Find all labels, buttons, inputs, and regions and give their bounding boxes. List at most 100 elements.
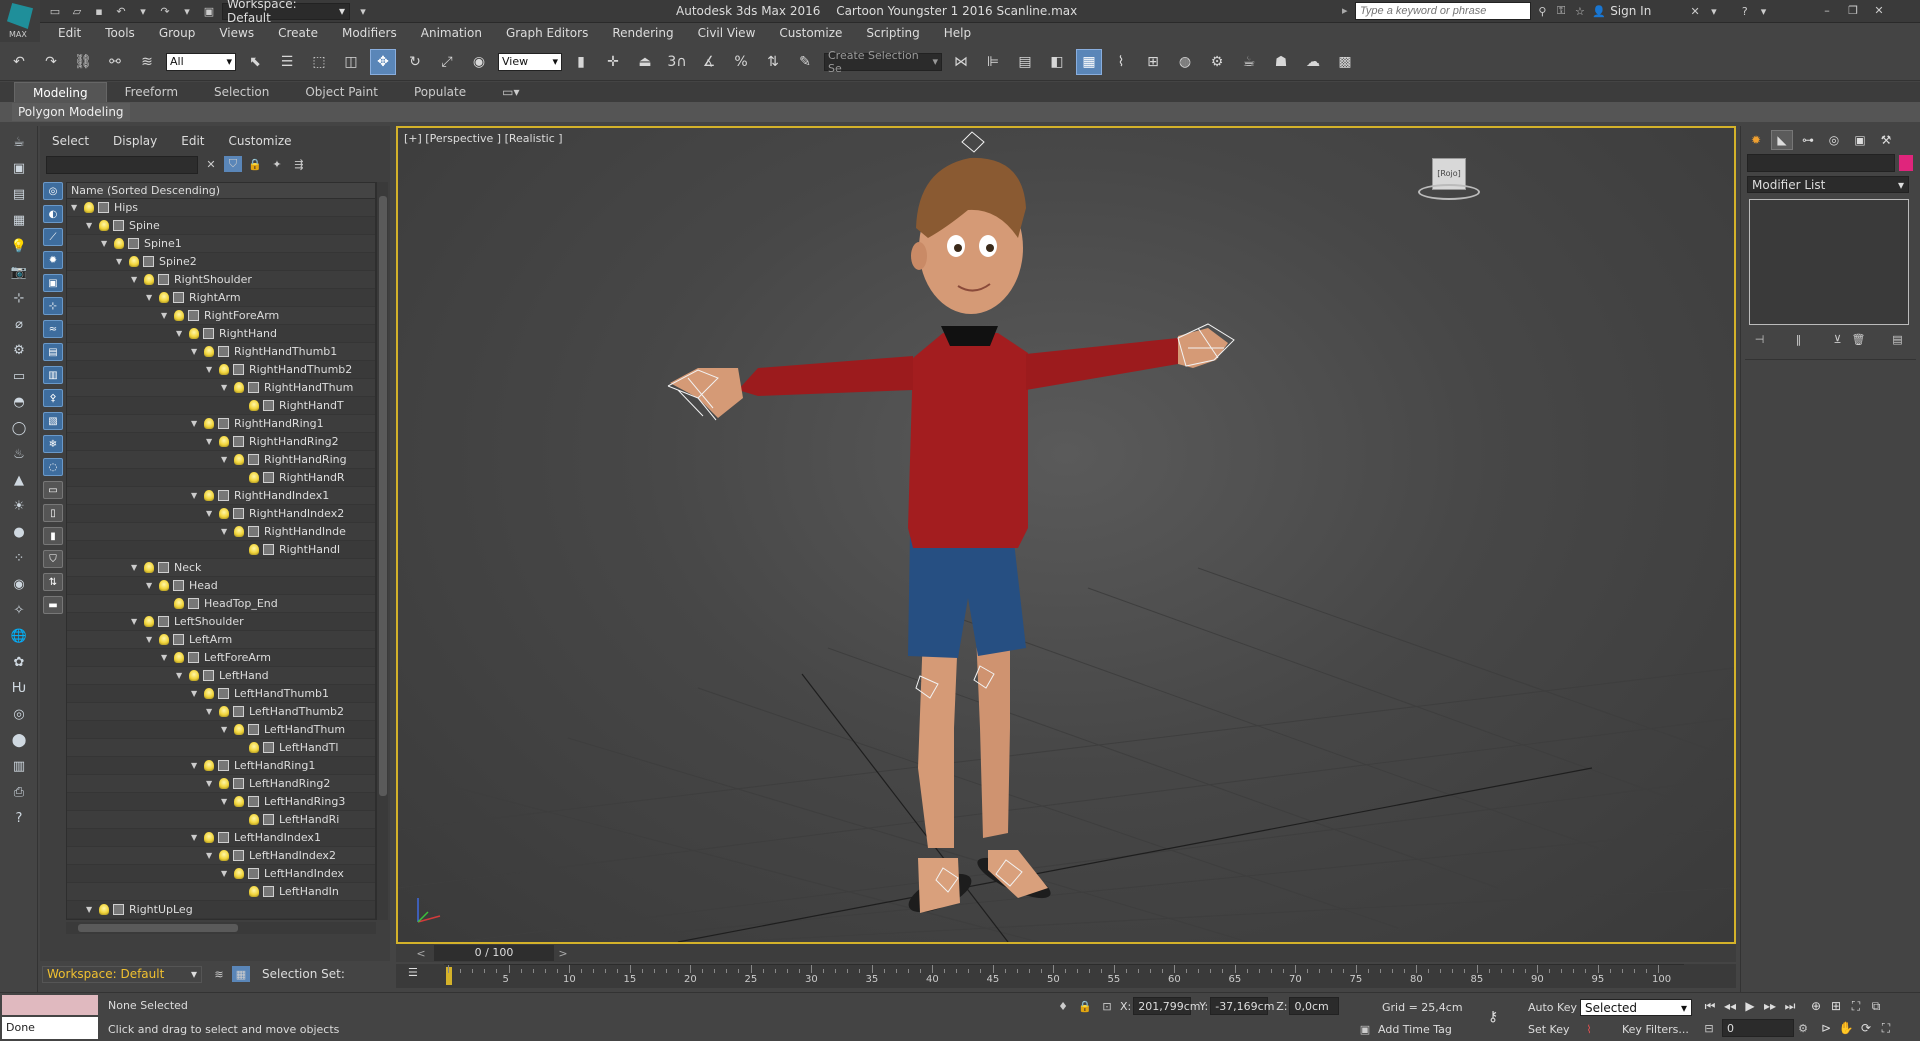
explorer-menu-display[interactable]: Display — [101, 134, 169, 148]
bind-spacewarp-icon[interactable]: ≋ — [134, 49, 160, 75]
selection-lock-icon[interactable]: 🔒 — [1076, 998, 1094, 1014]
helper-icon[interactable]: ⊹ — [7, 288, 31, 308]
dropdown-icon[interactable]: ▾ — [1707, 3, 1722, 19]
visibility-bulb-icon[interactable] — [234, 526, 244, 537]
absolute-mode-icon[interactable]: ⊡ — [1098, 998, 1116, 1014]
default-in-out-tangent-icon[interactable]: ⚷ — [1488, 1009, 1498, 1025]
tree-node[interactable]: ▼ LeftHandThum — [67, 721, 375, 739]
light-icon[interactable]: 💡 — [7, 236, 31, 256]
systems-icon[interactable]: ⚙ — [7, 340, 31, 360]
expand-caret-icon[interactable]: ▼ — [161, 653, 171, 662]
tree-node[interactable]: ▼ LeftHandIndex2 — [67, 847, 375, 865]
set-key-button[interactable]: Set Key — [1528, 1023, 1570, 1036]
tree-node[interactable]: ▼ Spine — [67, 217, 375, 235]
undo-icon[interactable]: ↶ — [6, 49, 32, 75]
lights-filter-icon[interactable]: ✹ — [43, 251, 63, 269]
menu-tools[interactable]: Tools — [93, 26, 147, 40]
filter-funnel-icon[interactable]: ⛉ — [43, 550, 63, 568]
menu-customize[interactable]: Customize — [767, 26, 854, 40]
tree-node[interactable]: ▼ RightShoulder — [67, 271, 375, 289]
frozen-filter-icon[interactable]: ❄ — [43, 435, 63, 453]
percent-snap-icon[interactable]: % — [728, 49, 754, 75]
expand-caret-icon[interactable]: ▼ — [206, 779, 216, 788]
minimize-button[interactable]: – — [1816, 2, 1838, 18]
reference-coordinate-dropdown[interactable]: View ▾ — [498, 52, 562, 71]
visibility-bulb-icon[interactable] — [219, 850, 229, 861]
angle-snap-icon[interactable]: ∡ — [696, 49, 722, 75]
expand-caret-icon[interactable]: ▼ — [191, 347, 201, 356]
add-time-tag[interactable]: Add Time Tag — [1378, 1023, 1452, 1036]
groups-filter-icon[interactable]: ▤ — [43, 343, 63, 361]
zoom-all-icon[interactable]: ⊞ — [1826, 997, 1846, 1015]
visibility-bulb-icon[interactable] — [174, 652, 184, 663]
display-all-icon[interactable]: ◎ — [43, 182, 63, 200]
sign-in-link[interactable]: Sign In — [1610, 4, 1668, 18]
tree-node[interactable]: ▼ RightHandIndex1 — [67, 487, 375, 505]
visibility-bulb-icon[interactable] — [249, 886, 259, 897]
visibility-bulb-icon[interactable] — [234, 868, 244, 879]
explorer-workspace-select[interactable]: Workspace: Default ▾ — [42, 965, 202, 983]
remove-modifier-icon[interactable]: 🗑 — [1850, 331, 1867, 347]
tree-node[interactable]: ▼ RightForeArm — [67, 307, 375, 325]
tab-populate[interactable]: Populate — [396, 82, 484, 102]
zoom-extents-all-icon[interactable]: ⧉ — [1866, 997, 1886, 1015]
tree-node[interactable]: ▼ RightUpLeg — [67, 901, 375, 919]
name-column-header[interactable]: Name (Sorted Descending) — [67, 183, 375, 199]
scene-tree-scrollbar[interactable] — [376, 182, 388, 920]
sun-icon[interactable]: ☀ — [7, 496, 31, 516]
tree-node[interactable]: ▼ RightHandRing2 — [67, 433, 375, 451]
curve-editor-icon[interactable]: ⌇ — [1108, 49, 1134, 75]
open-file-icon[interactable]: ▱ — [68, 3, 86, 19]
tree-node[interactable]: ▼ Head — [67, 577, 375, 595]
expand-caret-icon[interactable]: ▼ — [131, 563, 141, 572]
tree-node[interactable]: ▼ RightArm — [67, 289, 375, 307]
explorer-search-field[interactable] — [46, 156, 198, 174]
z-coordinate-field[interactable]: 0,0cm — [1289, 997, 1340, 1015]
expand-caret-icon[interactable]: ▼ — [146, 293, 156, 302]
visibility-bulb-icon[interactable] — [99, 220, 109, 231]
visibility-bulb-icon[interactable] — [249, 400, 259, 411]
select-object-icon[interactable]: ⬉ — [242, 49, 268, 75]
rectangular-selection-icon[interactable]: ⬚ — [306, 49, 332, 75]
expand-caret-icon[interactable]: ▼ — [191, 833, 201, 842]
isolate-icon[interactable]: ♦ — [1054, 998, 1072, 1014]
create-panel-icon[interactable]: ▣ — [7, 158, 31, 178]
visibility-bulb-icon[interactable] — [234, 454, 244, 465]
ribbon-options-icon[interactable]: ▭▾ — [484, 82, 537, 102]
tree-node[interactable]: ▼ RightHandThum — [67, 379, 375, 397]
tree-node[interactable]: LeftHandTl — [67, 739, 375, 757]
next-frame-icon[interactable]: ▸▸ — [1760, 997, 1780, 1015]
schematic-view-icon[interactable]: ⊞ — [1140, 49, 1166, 75]
tree-node[interactable]: ▼ Neck — [67, 559, 375, 577]
visibility-bulb-icon[interactable] — [174, 310, 184, 321]
visibility-bulb-icon[interactable] — [249, 742, 259, 753]
mini-curve-editor-icon[interactable]: ☰ — [408, 966, 418, 979]
x-coordinate-field[interactable]: 201,799cm — [1133, 997, 1201, 1015]
tree-node[interactable]: ▼ LeftHandIndex1 — [67, 829, 375, 847]
go-to-end-icon[interactable]: ⏭ — [1780, 997, 1800, 1015]
cone-icon[interactable]: ▲ — [7, 470, 31, 490]
tree-node[interactable]: ▼ LeftForeArm — [67, 649, 375, 667]
modifier-list-dropdown[interactable]: Modifier List ▾ — [1747, 176, 1909, 193]
tab-selection[interactable]: Selection — [196, 82, 287, 102]
tree-node[interactable]: ▼ RightHand — [67, 325, 375, 343]
expand-caret-icon[interactable]: ▼ — [131, 617, 141, 626]
modifier-stack[interactable] — [1749, 199, 1909, 325]
expand-caret-icon[interactable]: ▼ — [221, 797, 231, 806]
tree-node[interactable]: ▼ LeftHandIndex — [67, 865, 375, 883]
select-by-name-icon[interactable]: ☰ — [274, 49, 300, 75]
visibility-bulb-icon[interactable] — [204, 832, 214, 843]
workspace-selector[interactable]: Workspace: Default ▾ — [222, 0, 350, 25]
visibility-bulb-icon[interactable] — [249, 472, 259, 483]
globe-icon[interactable]: 🌐 — [7, 626, 31, 646]
menu-graph-editors[interactable]: Graph Editors — [494, 26, 600, 40]
filter-icon[interactable]: ⛉ — [224, 156, 242, 172]
expand-caret-icon[interactable]: ▼ — [146, 581, 156, 590]
menu-modifiers[interactable]: Modifiers — [330, 26, 409, 40]
tree-node[interactable]: ▼ LeftHandRing1 — [67, 757, 375, 775]
favorites-icon[interactable]: ☆ — [1573, 3, 1588, 19]
render-production-icon[interactable]: ☗ — [1268, 49, 1294, 75]
time-tag-icon[interactable]: ▣ — [1356, 1021, 1374, 1037]
tree-node[interactable]: ▼ LeftHandThumb1 — [67, 685, 375, 703]
explorer-menu-edit[interactable]: Edit — [169, 134, 216, 148]
